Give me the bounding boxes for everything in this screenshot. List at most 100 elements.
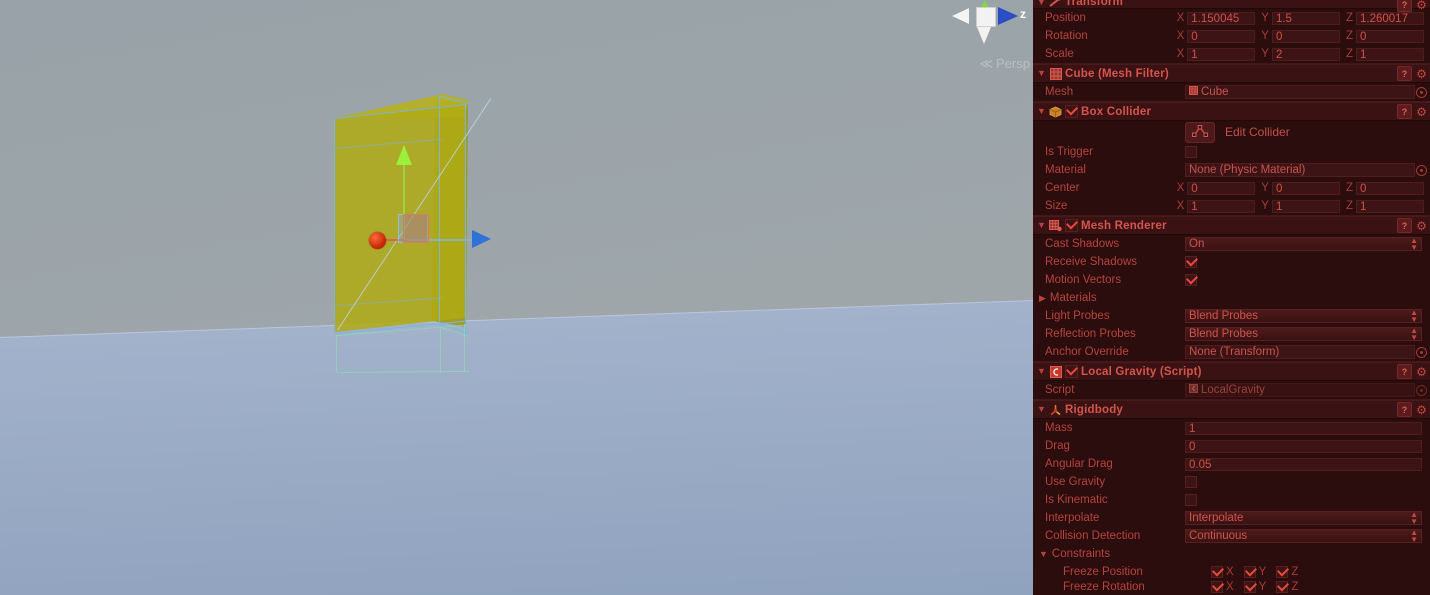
scale-x-input[interactable]: 1 [1187, 47, 1256, 61]
is-kinematic-checkbox[interactable] [1185, 494, 1197, 506]
freeze-position-z-checkbox[interactable] [1276, 566, 1289, 578]
center-x-input[interactable]: 0 [1187, 181, 1256, 195]
rigidbody-mass-row[interactable]: Mass 1 [1033, 419, 1430, 437]
help-icon[interactable]: ? [1397, 218, 1412, 233]
light-probes-dropdown[interactable]: Blend Probes ▲ ▼ [1185, 309, 1422, 324]
rigidbody-use-gravity-row[interactable]: Use Gravity [1033, 473, 1430, 491]
view-gizmo-cone-down-icon[interactable] [977, 27, 991, 44]
freeze-rotation-z-checkbox[interactable] [1276, 581, 1289, 593]
physic-material-object-field[interactable]: None (Physic Material) [1185, 163, 1415, 177]
receive-shadows-row[interactable]: Receive Shadows [1033, 253, 1430, 271]
scene-view[interactable]: z ≪ Persp [0, 0, 1033, 595]
gizmo-origin-handle[interactable] [369, 232, 386, 249]
gear-icon[interactable]: ⚙ [1415, 365, 1428, 379]
receive-shadows-checkbox[interactable] [1185, 256, 1197, 268]
view-gizmo-projection-label[interactable]: ≪ Persp [944, 56, 1033, 72]
mass-input[interactable]: 1 [1185, 421, 1422, 435]
component-header-transform[interactable]: ▼ Transform ? ⚙ [1033, 0, 1430, 12]
anchor-override-object-field[interactable]: None (Transform) [1185, 345, 1415, 359]
foldout-arrow-icon[interactable]: ▼ [1037, 107, 1048, 116]
freeze-position-y-checkbox[interactable] [1243, 566, 1256, 578]
position-x-input[interactable]: 1.150045 [1187, 11, 1256, 25]
freeze-rotation-y-checkbox[interactable] [1243, 581, 1256, 593]
motion-vectors-checkbox[interactable] [1185, 274, 1197, 286]
component-header-actions[interactable]: ? ⚙ [1397, 104, 1428, 119]
transform-rotation-row[interactable]: Rotation X0 Y0 Z0 [1033, 27, 1430, 45]
rotation-y-input[interactable]: 0 [1271, 29, 1340, 43]
view-gizmo-center-cube[interactable] [976, 7, 996, 27]
local-gravity-script-row[interactable]: Script LocalGravity [1033, 381, 1430, 399]
position-z-input[interactable]: 1.260017 [1356, 11, 1424, 25]
size-y-input[interactable]: 1 [1271, 199, 1340, 213]
rigidbody-drag-row[interactable]: Drag 0 [1033, 437, 1430, 455]
freeze-rotation-row[interactable]: Freeze Rotation X Y Z [1033, 581, 1430, 593]
object-picker-icon[interactable] [1416, 164, 1427, 176]
rigidbody-is-kinematic-row[interactable]: Is Kinematic [1033, 491, 1430, 509]
gear-icon[interactable]: ⚙ [1415, 403, 1428, 417]
rigidbody-interpolate-row[interactable]: Interpolate Interpolate ▲ ▼ [1033, 509, 1430, 527]
box-collider-size-row[interactable]: Size X1 Y1 Z1 [1033, 197, 1430, 215]
inspector-panel[interactable]: ▼ Transform ? ⚙ Position X 1.150045 Y 1.5 … [1033, 0, 1430, 595]
local-gravity-enabled-checkbox[interactable] [1065, 365, 1078, 378]
gizmo-y-axis-arrow[interactable] [396, 145, 412, 165]
edit-collider-row[interactable]: Edit Collider [1033, 121, 1430, 143]
scale-y-input[interactable]: 2 [1271, 47, 1340, 61]
foldout-arrow-icon[interactable]: ▼ [1037, 367, 1048, 376]
angular-drag-input[interactable]: 0.05 [1185, 457, 1422, 471]
component-header-local-gravity[interactable]: ▼ Local Gravity (Script) ? ⚙ [1033, 362, 1430, 381]
component-header-mesh-filter[interactable]: ▼ Cube (Mesh Filter) ? ⚙ [1033, 64, 1430, 83]
gizmo-plane-handle-red[interactable] [403, 214, 429, 243]
freeze-position-row[interactable]: Freeze Position X Y Z [1033, 563, 1430, 581]
scale-z-input[interactable]: 1 [1356, 47, 1424, 61]
interpolate-dropdown[interactable]: Interpolate ▲ ▼ [1185, 511, 1422, 526]
help-icon[interactable]: ? [1397, 364, 1412, 379]
rigidbody-collision-detection-row[interactable]: Collision Detection Continuous ▲ ▼ [1033, 527, 1430, 545]
rotation-z-input[interactable]: 0 [1356, 29, 1424, 43]
position-y-input[interactable]: 1.5 [1271, 11, 1340, 25]
rotation-x-input[interactable]: 0 [1187, 29, 1256, 43]
gear-icon[interactable]: ⚙ [1415, 67, 1428, 81]
anchor-override-row[interactable]: Anchor Override None (Transform) [1033, 343, 1430, 361]
size-z-input[interactable]: 1 [1356, 199, 1424, 213]
help-icon[interactable]: ? [1397, 66, 1412, 81]
component-header-actions[interactable]: ? ⚙ [1397, 364, 1428, 379]
component-header-actions[interactable]: ? ⚙ [1397, 402, 1428, 417]
mesh-filter-mesh-row[interactable]: Mesh Cube [1033, 83, 1430, 101]
foldout-arrow-icon[interactable]: ▼ [1037, 221, 1048, 230]
view-gizmo-cone-right-icon[interactable] [998, 7, 1018, 25]
gizmo-z-axis-arrow[interactable] [472, 230, 491, 248]
freeze-position-x-checkbox[interactable] [1211, 566, 1223, 578]
chevron-down-icon[interactable]: ▼ [1039, 549, 1048, 559]
reflection-probes-row[interactable]: Reflection Probes Blend Probes ▲ ▼ [1033, 325, 1430, 343]
help-icon[interactable]: ? [1397, 104, 1412, 119]
component-header-box-collider[interactable]: ▼ Box Collider ? ⚙ [1033, 102, 1430, 121]
reflection-probes-dropdown[interactable]: Blend Probes ▲ ▼ [1185, 327, 1422, 342]
box-collider-material-row[interactable]: Material None (Physic Material) [1033, 161, 1430, 179]
edit-collider-button[interactable] [1185, 121, 1215, 143]
box-collider-center-row[interactable]: Center X0 Y0 Z0 [1033, 179, 1430, 197]
is-trigger-checkbox[interactable] [1185, 146, 1197, 158]
materials-foldout-row[interactable]: ▶ Materials [1033, 289, 1430, 307]
mesh-renderer-enabled-checkbox[interactable] [1065, 219, 1078, 232]
rigidbody-angular-drag-row[interactable]: Angular Drag 0.05 [1033, 455, 1430, 473]
light-probes-row[interactable]: Light Probes Blend Probes ▲ ▼ [1033, 307, 1430, 325]
object-picker-icon[interactable] [1416, 86, 1427, 98]
center-z-input[interactable]: 0 [1356, 181, 1424, 195]
center-y-input[interactable]: 0 [1271, 181, 1340, 195]
cast-shadows-dropdown[interactable]: On ▲ ▼ [1185, 237, 1422, 252]
collision-detection-dropdown[interactable]: Continuous ▲ ▼ [1185, 529, 1422, 544]
use-gravity-checkbox[interactable] [1185, 476, 1197, 488]
foldout-arrow-icon[interactable]: ▼ [1037, 0, 1048, 7]
freeze-rotation-x-checkbox[interactable] [1211, 581, 1223, 593]
size-x-input[interactable]: 1 [1187, 199, 1256, 213]
chevron-right-icon[interactable]: ▶ [1039, 293, 1046, 304]
component-header-actions[interactable]: ? ⚙ [1397, 218, 1428, 233]
scene-view-orientation-gizmo[interactable]: z ≪ Persp [944, 0, 1030, 74]
help-icon[interactable]: ? [1397, 402, 1412, 417]
transform-position-row[interactable]: Position X 1.150045 Y 1.5 Z 1.260017 [1033, 9, 1430, 27]
component-header-actions[interactable]: ? ⚙ [1397, 66, 1428, 81]
box-collider-is-trigger-row[interactable]: Is Trigger [1033, 143, 1430, 161]
mesh-object-field[interactable]: Cube [1185, 85, 1415, 99]
motion-vectors-row[interactable]: Motion Vectors [1033, 271, 1430, 289]
drag-input[interactable]: 0 [1185, 439, 1422, 453]
